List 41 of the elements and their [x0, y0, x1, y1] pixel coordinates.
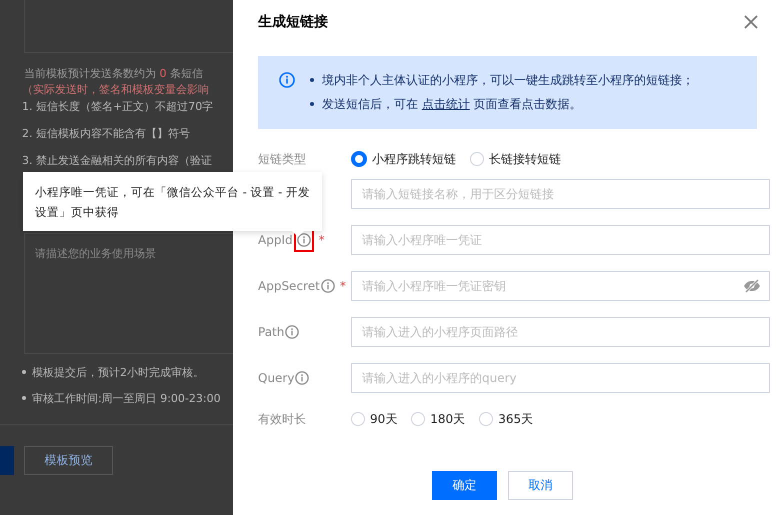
tip-text: 审核工作时间:周一至周日 9:00-23:00	[32, 390, 221, 406]
radio-option[interactable]: 长链接转短链	[470, 150, 561, 168]
bullet-dot	[22, 370, 26, 374]
bullet-dot	[310, 102, 314, 106]
eye-slash-icon[interactable]	[743, 279, 761, 293]
rule-text: 1. 短信长度（签名+正文）不超过70字	[22, 99, 214, 115]
note-text: （实际发送时，签名和模板变量会影响	[22, 82, 210, 98]
radio-option[interactable]: 90天	[351, 410, 398, 428]
radio-button[interactable]	[351, 151, 367, 167]
bullet-dot	[310, 78, 314, 82]
estimate-text: 当前模板预计发送条数约为 0 条短信	[24, 66, 204, 82]
field-label: AppSecret	[258, 279, 320, 293]
confirm-button[interactable]: 确定	[432, 471, 497, 500]
required-mark: *	[318, 233, 325, 247]
cancel-button[interactable]: 取消	[508, 471, 573, 500]
tip-text: 模板提交后，预计2小时完成审核。	[32, 364, 204, 380]
field-label: 短链类型	[258, 150, 306, 168]
field-label: Query	[258, 371, 294, 385]
info-icon[interactable]	[320, 279, 335, 293]
field-label: Path	[258, 325, 284, 339]
field-label: 有效时长	[258, 410, 306, 428]
info-icon[interactable]	[295, 371, 310, 385]
preview-button[interactable]: 模板预览	[24, 446, 113, 475]
radio-option[interactable]: 180天	[411, 410, 466, 428]
info-icon[interactable]	[296, 233, 311, 247]
radio-option[interactable]: 小程序跳转短链	[351, 150, 456, 168]
rule-text: 2. 短信模板内容不能含有【】符号	[22, 126, 191, 142]
radio-option[interactable]: 365天	[479, 410, 534, 428]
required-mark: *	[340, 279, 346, 293]
close-icon[interactable]	[744, 15, 758, 29]
dialog-title: 生成短链接	[258, 13, 328, 31]
rule-text: 3. 禁止发送金融相关的所有内容（验证	[22, 153, 213, 169]
tooltip-text: 小程序唯一凭证，可在「微信公众平台 - 设置 - 开发设置」页中获得	[35, 185, 310, 219]
stats-link[interactable]: 点击统计	[422, 97, 470, 111]
field-label: AppId	[258, 233, 293, 247]
bullet-dot	[22, 396, 26, 400]
info-icon[interactable]	[285, 325, 300, 339]
notice-text: 发送短信后，可在 点击统计 页面查看点击数据。	[322, 96, 582, 112]
placeholder-text: 请描述您的业务使用场景	[35, 247, 156, 260]
notice-text: 境内非个人主体认证的小程序，可以一键生成跳转至小程序的短链接；	[322, 72, 694, 88]
info-icon	[279, 72, 295, 88]
